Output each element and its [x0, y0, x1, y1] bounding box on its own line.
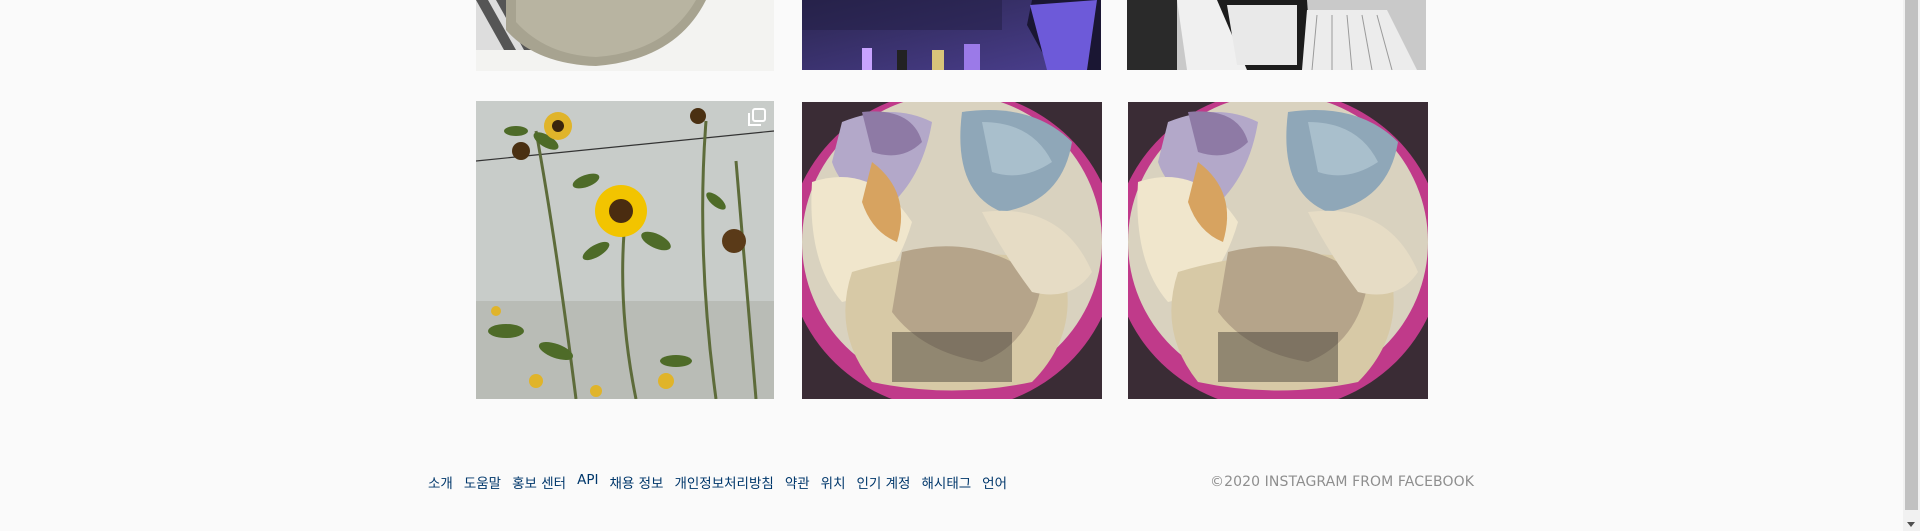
post-image-phone-display [802, 0, 1101, 70]
footer-link-jobs[interactable]: 채용 정보 [609, 472, 663, 492]
post-thumbnail-6[interactable] [1128, 102, 1428, 399]
footer-link-api[interactable]: API [577, 472, 598, 492]
footer-link-hashtags[interactable]: 해시태그 [921, 472, 971, 492]
post-image-ice-cream [802, 102, 1102, 399]
footer-link-help[interactable]: 도움말 [464, 472, 501, 492]
footer-links: 소개 도움말 홍보 센터 API 채용 정보 개인정보처리방침 약관 위치 인기… [428, 472, 1018, 492]
scrollbar-thumb[interactable] [1905, 0, 1918, 510]
footer-link-terms[interactable]: 약관 [785, 472, 810, 492]
post-image-gray-plate [476, 0, 774, 71]
post-image-ice-cream [1128, 102, 1428, 399]
post-thumbnail-4[interactable] [476, 101, 774, 399]
post-thumbnail-5[interactable] [802, 102, 1102, 399]
scroll-down-arrow-icon[interactable] [1907, 522, 1915, 527]
footer-link-press[interactable]: 홍보 센터 [512, 472, 566, 492]
post-thumbnail-3[interactable] [1127, 0, 1426, 70]
post-thumbnail-2[interactable] [802, 0, 1101, 70]
page-footer: 소개 도움말 홍보 센터 API 채용 정보 개인정보처리방침 약관 위치 인기… [428, 472, 1474, 492]
footer-link-language[interactable]: 언어 [982, 472, 1007, 492]
copyright-text: ©2020 INSTAGRAM FROM FACEBOOK [1209, 474, 1474, 490]
footer-link-privacy[interactable]: 개인정보처리방침 [674, 472, 773, 492]
multiple-photos-icon [748, 108, 766, 126]
vertical-scrollbar[interactable] [1903, 0, 1920, 531]
post-thumbnail-1[interactable] [476, 0, 774, 71]
footer-link-about[interactable]: 소개 [428, 472, 453, 492]
post-image-fashion-bw [1127, 0, 1426, 70]
footer-link-locations[interactable]: 위치 [821, 472, 846, 492]
footer-link-top-accounts[interactable]: 인기 계정 [857, 472, 911, 492]
post-image-sunflowers [476, 101, 774, 399]
